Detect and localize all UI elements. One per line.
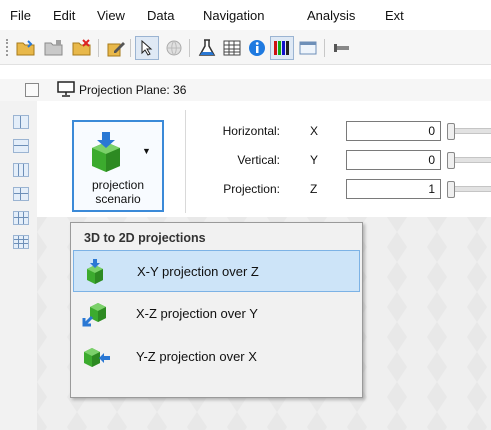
vertical-slider-track[interactable] xyxy=(451,157,491,163)
cube-arrow-left-icon xyxy=(82,344,110,373)
menu-data[interactable]: Data xyxy=(147,8,174,23)
menu-item-label: X-Y projection over Z xyxy=(137,264,259,279)
window-icon[interactable] xyxy=(296,36,320,60)
cube-projection-icon xyxy=(86,132,130,177)
grid-table-icon[interactable] xyxy=(220,36,244,60)
projection-input[interactable]: 1 xyxy=(346,179,441,199)
delete-folder-icon[interactable] xyxy=(70,36,94,60)
view-title: Projection Plane: 36 xyxy=(79,83,187,97)
scenario-label-line1: projection xyxy=(91,178,145,192)
panel-toggle[interactable] xyxy=(25,83,39,97)
close-folder-icon[interactable] xyxy=(42,36,66,60)
globe-icon[interactable] xyxy=(162,36,186,60)
toolbar xyxy=(0,30,491,65)
projection-axis-letter: Z xyxy=(310,182,318,196)
horizontal-label: Horizontal: xyxy=(222,124,280,138)
horizontal-axis-letter: X xyxy=(310,124,319,138)
panel-divider xyxy=(185,110,186,213)
layout-nine-grid-icon[interactable] xyxy=(13,235,29,249)
menu-analysis[interactable]: Analysis xyxy=(307,8,355,23)
pipe-icon[interactable] xyxy=(330,36,354,60)
vertical-slider-thumb[interactable] xyxy=(447,152,455,169)
vertical-axis-letter: Y xyxy=(310,153,319,167)
menu-item-label: Y-Z projection over X xyxy=(136,349,257,364)
menu-item-label: X-Z projection over Y xyxy=(136,306,258,321)
toolbar-separator xyxy=(324,39,325,57)
cube-arrow-down-icon xyxy=(83,259,109,288)
projection-slider-track[interactable] xyxy=(451,186,491,192)
menu-file[interactable]: File xyxy=(10,8,31,23)
flask-icon[interactable] xyxy=(195,36,219,60)
toolbar-grip[interactable] xyxy=(6,39,10,56)
horizontal-slider-thumb[interactable] xyxy=(447,123,455,140)
vertical-label: Vertical: xyxy=(237,153,280,167)
projection-label: Projection: xyxy=(223,182,280,196)
menu-edit[interactable]: Edit xyxy=(53,8,75,23)
layout-three-columns-icon[interactable] xyxy=(13,163,29,177)
layout-split-vertical-icon[interactable] xyxy=(13,115,29,129)
scenario-label-line2: scenario xyxy=(95,192,141,206)
cube-arrow-diagonal-icon xyxy=(82,301,108,330)
toolbar-separator xyxy=(98,39,99,57)
chevron-down-icon: ▼ xyxy=(142,146,151,156)
menu-bar: File Edit View Data Navigation Analysis … xyxy=(0,0,491,30)
pointer-icon[interactable] xyxy=(135,36,159,60)
menu-ext[interactable]: Ext xyxy=(385,8,404,23)
vertical-input[interactable]: 0 xyxy=(346,150,441,170)
toolbar-separator xyxy=(130,39,131,57)
menu-navigation[interactable]: Navigation xyxy=(203,8,264,23)
open-folder-icon[interactable] xyxy=(14,36,38,60)
monitor-icon xyxy=(57,81,75,100)
layout-six-grid-icon[interactable] xyxy=(13,211,29,225)
projection-slider-thumb[interactable] xyxy=(447,181,455,198)
menu-item-xz-over-y[interactable]: X-Z projection over Y xyxy=(73,293,360,335)
bar-chart-icon[interactable] xyxy=(270,36,294,60)
layout-strip xyxy=(0,101,37,430)
menu-item-yz-over-x[interactable]: Y-Z projection over X xyxy=(73,336,360,378)
toolbar-separator xyxy=(189,39,190,57)
menu-header: 3D to 2D projections xyxy=(84,231,206,245)
menu-item-xy-over-z[interactable]: X-Y projection over Z xyxy=(73,250,360,292)
menu-view[interactable]: View xyxy=(97,8,125,23)
horizontal-input[interactable]: 0 xyxy=(346,121,441,141)
projection-scenario-menu: 3D to 2D projections X-Y projection over… xyxy=(70,222,363,398)
view-title-bar: Projection Plane: 36 xyxy=(0,79,491,101)
layout-split-horizontal-icon[interactable] xyxy=(13,139,29,153)
projection-scenario-button[interactable]: ▼ projection scenario xyxy=(72,120,164,212)
horizontal-slider-track[interactable] xyxy=(451,128,491,134)
edit-icon[interactable] xyxy=(104,36,128,60)
layout-quad-icon[interactable] xyxy=(13,187,29,201)
info-icon[interactable] xyxy=(245,36,269,60)
